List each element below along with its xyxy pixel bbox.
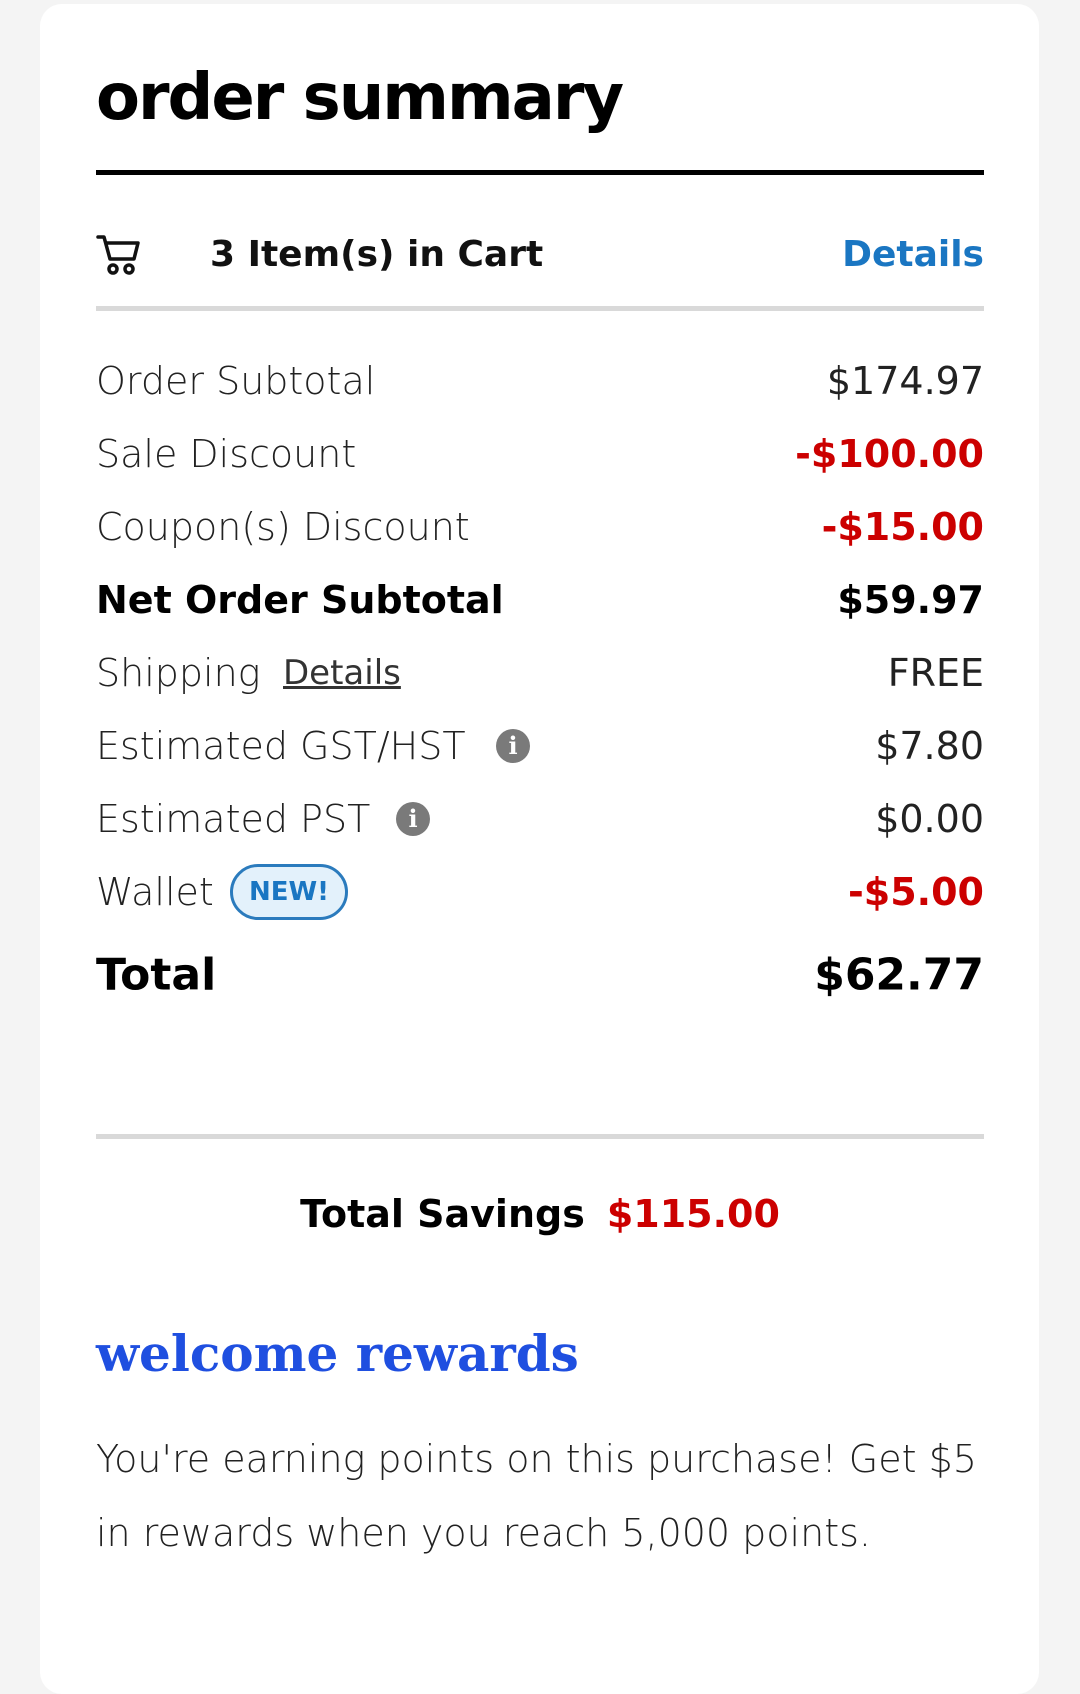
total-divider xyxy=(96,1134,984,1139)
order-subtotal-value: $174.97 xyxy=(826,359,984,403)
gst-hst-row: Estimated GST/HST i $7.80 xyxy=(96,716,984,776)
pst-row: Estimated PST i $0.00 xyxy=(96,789,984,849)
shipping-label: Shipping xyxy=(96,651,261,695)
order-summary-title: order summary xyxy=(96,61,624,135)
total-savings-value: $115.00 xyxy=(606,1192,780,1236)
sale-discount-label: Sale Discount xyxy=(96,432,357,476)
gst-hst-value: $7.80 xyxy=(875,724,984,768)
total-savings-label: Total Savings xyxy=(300,1192,585,1236)
order-subtotal-label: Order Subtotal xyxy=(96,359,376,403)
cart-item-count: 3 Item(s) in Cart xyxy=(210,234,544,275)
new-badge: NEW! xyxy=(230,864,348,920)
rewards-description: You're earning points on this purchase! … xyxy=(96,1437,977,1555)
shipping-value: FREE xyxy=(887,651,984,695)
pst-value: $0.00 xyxy=(875,797,984,841)
welcome-rewards-title: welcome rewards xyxy=(96,1324,579,1383)
wallet-label: Wallet xyxy=(96,870,214,914)
gst-hst-label: Estimated GST/HST xyxy=(96,724,466,768)
info-icon[interactable]: i xyxy=(396,802,430,836)
total-savings: Total Savings $115.00 xyxy=(96,1192,984,1236)
sale-discount-row: Sale Discount -$100.00 xyxy=(96,424,984,484)
wallet-row: Wallet NEW! -$5.00 xyxy=(96,862,984,922)
coupon-discount-label: Coupon(s) Discount xyxy=(96,505,470,549)
net-subtotal-row: Net Order Subtotal $59.97 xyxy=(96,570,984,630)
net-subtotal-value: $59.97 xyxy=(837,578,984,622)
sale-discount-value: -$100.00 xyxy=(795,432,984,476)
total-row: Total $62.77 xyxy=(96,942,984,1008)
coupon-discount-value: -$15.00 xyxy=(821,505,984,549)
info-icon[interactable]: i xyxy=(496,729,530,763)
coupon-discount-row: Coupon(s) Discount -$15.00 xyxy=(96,497,984,557)
order-summary-card: order summary 3 Item(s) in Cart Details … xyxy=(40,4,1039,1694)
shipping-row: Shipping Details FREE xyxy=(96,643,984,703)
cart-details-link[interactable]: Details xyxy=(842,234,984,275)
total-value: $62.77 xyxy=(814,949,984,1001)
shipping-details-link[interactable]: Details xyxy=(283,653,401,693)
order-subtotal-row: Order Subtotal $174.97 xyxy=(96,351,984,411)
total-label: Total xyxy=(96,949,217,1001)
cart-row: 3 Item(s) in Cart Details xyxy=(96,226,984,282)
wallet-value: -$5.00 xyxy=(848,870,984,914)
cart-divider xyxy=(96,306,984,311)
net-subtotal-label: Net Order Subtotal xyxy=(96,578,504,622)
title-divider xyxy=(96,170,984,175)
pst-label: Estimated PST xyxy=(96,797,371,841)
shopping-cart-icon xyxy=(96,232,142,278)
